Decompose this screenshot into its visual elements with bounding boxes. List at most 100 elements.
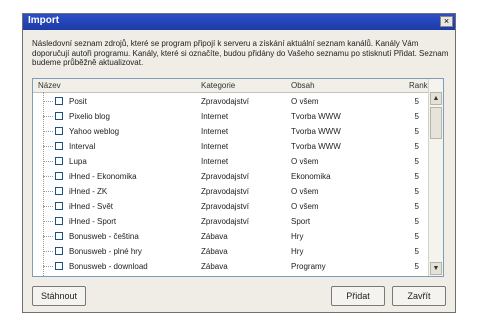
table-row[interactable]: Interval Internet Tvorba WWW 5 (33, 139, 429, 153)
scroll-down-icon[interactable]: ▼ (430, 262, 442, 275)
row-checkbox[interactable] (55, 232, 63, 240)
tree-branch (43, 251, 53, 252)
tree-branch (43, 131, 53, 132)
row-category: Internet (201, 157, 229, 166)
close-button[interactable]: Zavřít (392, 286, 446, 306)
scroll-thumb[interactable] (430, 107, 442, 139)
row-category: Zpravodajství (201, 187, 250, 196)
row-category: Zábava (201, 262, 228, 271)
description-text: Následovní seznam zdrojů, které se progr… (32, 39, 449, 67)
dialog-title: Import (28, 15, 60, 26)
row-rank: 5 (414, 142, 419, 151)
row-rank: 5 (414, 262, 419, 271)
row-name: Bonusweb - download (69, 262, 148, 271)
row-category: Zábava (201, 232, 228, 241)
row-checkbox[interactable] (55, 97, 63, 105)
row-content: Tvorba WWW (291, 142, 341, 151)
row-content: Sport (291, 217, 311, 226)
row-checkbox[interactable] (55, 247, 63, 255)
vertical-scrollbar[interactable]: ▲ ▼ (428, 79, 443, 276)
table-row[interactable]: Bonusweb - download Zábava Programy 5 (33, 259, 429, 273)
row-rank: 5 (414, 232, 419, 241)
tree-branch (43, 116, 53, 117)
row-rank: 5 (414, 127, 419, 136)
row-checkbox[interactable] (55, 217, 63, 225)
row-checkbox[interactable] (55, 172, 63, 180)
table-row[interactable]: Lupa Internet O všem 5 (33, 154, 429, 168)
row-name: Interval (69, 142, 96, 151)
row-rank: 5 (414, 202, 419, 211)
row-rank: 5 (414, 112, 419, 121)
row-checkbox[interactable] (55, 127, 63, 135)
table-row[interactable]: iHned - Svět Zpravodajství O všem 5 (33, 199, 429, 213)
row-category: Internet (201, 127, 229, 136)
import-dialog: Import × Následovní seznam zdrojů, které… (22, 13, 456, 313)
row-rank: 5 (414, 172, 419, 181)
column-header-name[interactable]: Název (38, 81, 61, 90)
row-category: Zábava (201, 247, 228, 256)
row-checkbox[interactable] (55, 187, 63, 195)
row-name: Posit (69, 97, 87, 106)
table-row[interactable]: iHned - Sport Zpravodajství Sport 5 (33, 214, 429, 228)
row-content: Programy (291, 262, 326, 271)
table-row[interactable]: Yahoo weblog Internet Tvorba WWW 5 (33, 124, 429, 138)
row-content: Tvorba WWW (291, 127, 341, 136)
tree-branch (43, 161, 53, 162)
feed-list[interactable]: Název Kategorie Obsah Rank Posit Zpravoda… (32, 78, 444, 277)
add-button[interactable]: Přidat (331, 286, 385, 306)
row-name: iHned - Ekonomika (69, 172, 137, 181)
title-bar[interactable]: Import × (23, 14, 455, 30)
row-content: O všem (291, 97, 319, 106)
scroll-up-icon[interactable]: ▲ (430, 92, 442, 105)
row-name: Bonusweb - čeština (69, 232, 139, 241)
row-checkbox[interactable] (55, 112, 63, 120)
row-name: iHned - Sport (69, 217, 117, 226)
tree-branch (43, 176, 53, 177)
row-category: Internet (201, 142, 229, 151)
row-content: O všem (291, 157, 319, 166)
column-header-rank[interactable]: Rank (409, 81, 428, 90)
column-header-category[interactable]: Kategorie (201, 81, 235, 90)
row-rank: 5 (414, 217, 419, 226)
refresh-button[interactable]: Stáhnout (32, 286, 86, 306)
table-row[interactable]: iHned - Ekonomika Zpravodajství Ekonomika 5 (33, 169, 429, 183)
row-content: Ekonomika (291, 172, 331, 181)
row-content: Hry (291, 247, 304, 256)
close-icon[interactable]: × (440, 16, 453, 27)
table-row[interactable]: iHned - ZK Zpravodajství O všem 5 (33, 184, 429, 198)
tree-branch (43, 101, 53, 102)
row-rank: 5 (414, 157, 419, 166)
row-name: Yahoo weblog (69, 127, 120, 136)
row-checkbox[interactable] (55, 262, 63, 270)
row-category: Zpravodajství (201, 97, 250, 106)
column-header-content[interactable]: Obsah (291, 81, 315, 90)
tree-branch (43, 191, 53, 192)
table-row[interactable]: Pixelio blog Internet Tvorba WWW 5 (33, 109, 429, 123)
tree-branch (43, 236, 53, 237)
row-name: Lupa (69, 157, 87, 166)
row-checkbox[interactable] (55, 142, 63, 150)
tree-branch (43, 221, 53, 222)
table-row[interactable]: Posit Zpravodajství O všem 5 (33, 94, 429, 108)
list-header: Název Kategorie Obsah Rank (33, 79, 429, 93)
row-name: iHned - Svět (69, 202, 114, 211)
row-category: Internet (201, 112, 229, 121)
row-checkbox[interactable] (55, 157, 63, 165)
row-content: O všem (291, 187, 319, 196)
table-row[interactable]: Bonusweb - plné hry Zábava Hry 5 (33, 244, 429, 258)
table-row[interactable]: Bonusweb - čeština Zábava Hry 5 (33, 229, 429, 243)
row-rank: 5 (414, 97, 419, 106)
row-checkbox[interactable] (55, 202, 63, 210)
row-name: Pixelio blog (69, 112, 110, 121)
row-content: Tvorba WWW (291, 112, 341, 121)
tree-branch (43, 146, 53, 147)
tree-branch (43, 206, 53, 207)
tree-branch (43, 266, 53, 267)
row-category: Zpravodajství (201, 202, 250, 211)
row-category: Zpravodajství (201, 172, 250, 181)
row-name: iHned - ZK (69, 187, 108, 196)
row-content: Hry (291, 232, 304, 241)
row-name: Bonusweb - plné hry (69, 247, 142, 256)
row-category: Zpravodajství (201, 217, 250, 226)
row-rank: 5 (414, 247, 419, 256)
